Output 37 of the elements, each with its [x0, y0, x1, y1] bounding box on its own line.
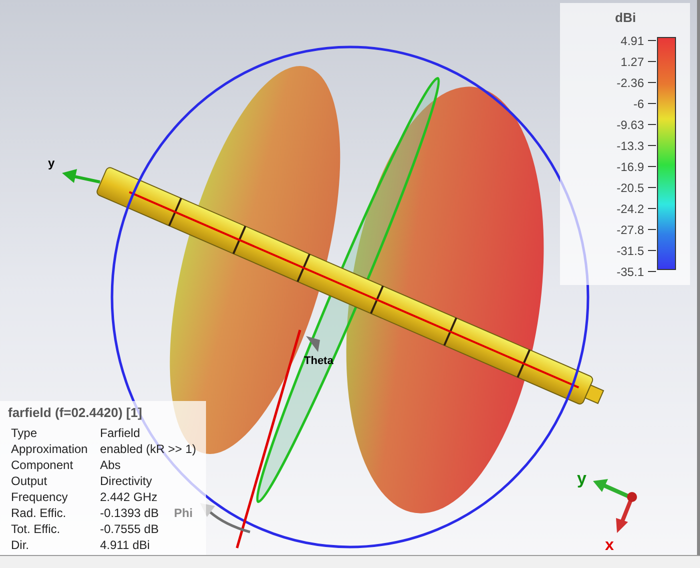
legend-tick-label: 1.27: [620, 54, 644, 70]
property-value: Directivity: [100, 473, 152, 489]
property-value: enabled (kR >> 1): [100, 441, 196, 457]
y-axis-label: y: [48, 156, 55, 170]
legend-tick-label: -16.9: [616, 158, 644, 176]
y-triad-arrow: [593, 479, 631, 499]
property-label: Component: [11, 457, 74, 473]
property-label: Output: [11, 473, 48, 489]
legend-tick-label: -2.36: [616, 74, 644, 92]
legend-tick-label: -20.5: [616, 180, 644, 196]
property-label: Tot. Effic.: [11, 521, 60, 537]
property-value: 2.442 GHz: [100, 489, 158, 505]
property-label: Frequency: [11, 489, 68, 505]
property-value: -0.7555 dB: [100, 521, 159, 537]
property-label: Dir.: [11, 537, 29, 553]
legend-unit: dBi: [615, 9, 636, 27]
triad-y-label: y: [577, 469, 586, 488]
triad-x-label: x: [605, 537, 614, 554]
property-value: -0.1393 dB: [100, 505, 159, 521]
legend-tick-label: -6: [633, 96, 644, 112]
y-axis-arrow: [62, 169, 100, 184]
property-value: Abs: [100, 457, 121, 473]
property-value: Farfield: [100, 425, 140, 441]
legend-tick-label: -27.8: [616, 222, 644, 238]
legend-tick-label: -31.5: [616, 242, 644, 260]
phi-label: Phi: [174, 506, 193, 520]
legend-tick-label: 4.91: [620, 32, 644, 50]
property-label: Approximation: [11, 441, 88, 457]
legend-tick-label: -9.63: [616, 116, 644, 134]
legend-tick-label: -24.2: [616, 200, 644, 218]
legend-tick-label: -13.3: [616, 138, 644, 154]
legend-tick-label: -35.1: [616, 264, 644, 280]
x-triad-arrow: [616, 492, 637, 533]
property-label: Type: [11, 425, 38, 441]
property-value: 4.911 dBi: [100, 537, 150, 553]
info-title: farfield (f=02.4420) [1]: [8, 405, 144, 421]
property-label: Rad. Effic.: [11, 505, 66, 521]
